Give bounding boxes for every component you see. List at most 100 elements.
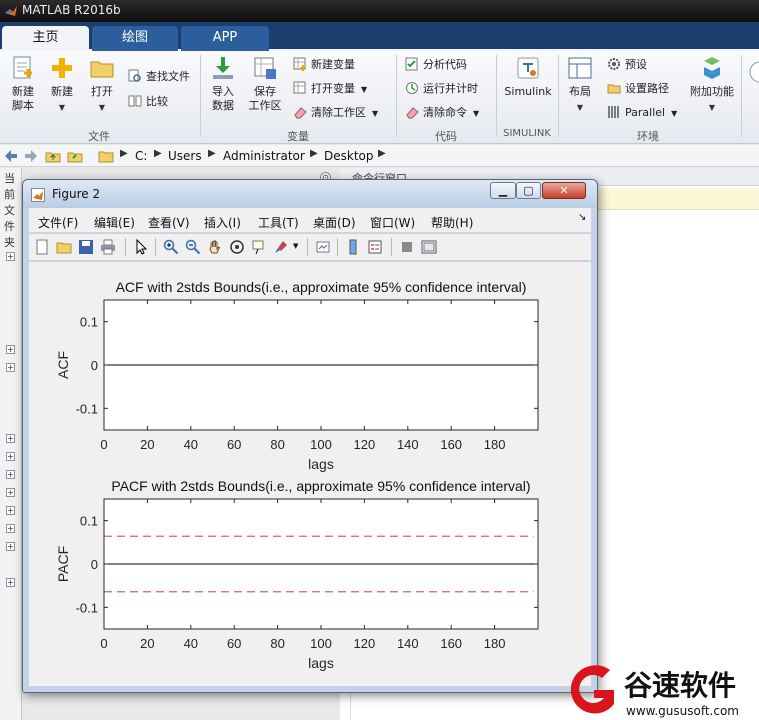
breadcrumb-item[interactable]: Desktop bbox=[324, 149, 374, 163]
y-tick-label: 0.1 bbox=[80, 514, 98, 529]
show-plot-tools-icon[interactable] bbox=[421, 239, 437, 255]
x-tick-label: 160 bbox=[440, 636, 462, 651]
current-folder-bar: ▶ C: ▶ Users ▶ Administrator ▶ Desktop ▶ bbox=[0, 145, 759, 167]
matlab-logo-icon bbox=[31, 188, 45, 202]
breadcrumb-item[interactable]: C: bbox=[135, 149, 147, 163]
chevron-down-icon: ▼ bbox=[576, 103, 584, 112]
save-workspace-icon bbox=[254, 57, 276, 79]
x-tick-label: 80 bbox=[270, 437, 284, 452]
breadcrumb-separator: ▶ bbox=[208, 148, 216, 159]
x-tick-label: 60 bbox=[227, 636, 241, 651]
find-files-button[interactable]: 查找文件 bbox=[128, 68, 190, 86]
tab-apps[interactable]: APP bbox=[181, 26, 269, 51]
new-button[interactable]: 新建 ▼ bbox=[46, 55, 78, 115]
chevron-down-icon[interactable]: ▼ bbox=[293, 242, 298, 250]
forward-arrow-icon[interactable] bbox=[23, 148, 39, 164]
clear-workspace-button[interactable]: 清除工作区 ▼ bbox=[293, 104, 378, 122]
tab-home[interactable]: 主页 bbox=[2, 26, 89, 51]
menu-dock-icon[interactable]: ↘ bbox=[578, 212, 586, 223]
layout-label: 布局 bbox=[569, 85, 591, 98]
expand-icon[interactable]: + bbox=[6, 470, 15, 479]
run-and-time-label: 运行并计时 bbox=[423, 82, 478, 95]
open-variable-label: 打开变量 bbox=[311, 82, 355, 95]
x-tick-label: 100 bbox=[310, 437, 332, 452]
back-arrow-icon[interactable] bbox=[3, 148, 19, 164]
menu-desktop[interactable]: 桌面(D) bbox=[313, 214, 356, 231]
menu-tools[interactable]: 工具(T) bbox=[258, 214, 299, 231]
open-file-icon[interactable] bbox=[56, 239, 72, 255]
up-folder-icon[interactable] bbox=[45, 148, 61, 164]
new-script-button[interactable]: 新建 脚本 bbox=[6, 55, 40, 113]
menu-window[interactable]: 窗口(W) bbox=[370, 214, 415, 231]
import-data-button[interactable]: 导入 数据 bbox=[206, 55, 240, 113]
breadcrumb-item[interactable]: Administrator bbox=[223, 149, 305, 163]
figure-title-bar[interactable]: Figure 2 ▁ ▢ ✕ bbox=[23, 180, 597, 208]
rotate-3d-icon[interactable] bbox=[229, 239, 245, 255]
data-cursor-icon[interactable] bbox=[251, 239, 267, 255]
figure-canvas[interactable]: ACF with 2stds Bounds(i.e., approximate … bbox=[29, 262, 591, 686]
expand-icon[interactable]: + bbox=[6, 252, 15, 261]
preferences-label: 预设 bbox=[625, 58, 647, 71]
figure-window[interactable]: Figure 2 ▁ ▢ ✕ 文件(F) 编辑(E) 查看(V) 插入(I) 工… bbox=[22, 179, 598, 693]
simulink-button[interactable]: Simulink bbox=[502, 55, 554, 99]
menu-edit[interactable]: 编辑(E) bbox=[94, 214, 135, 231]
preferences-button[interactable]: 预设 bbox=[607, 56, 647, 74]
brush-icon[interactable] bbox=[273, 239, 289, 255]
save-workspace-button[interactable]: 保存 工作区 bbox=[246, 55, 284, 113]
find-files-label: 查找文件 bbox=[146, 70, 190, 83]
hide-plot-tools-icon[interactable] bbox=[399, 239, 415, 255]
breadcrumb-item[interactable]: Users bbox=[168, 149, 202, 163]
matlab-logo-icon bbox=[5, 6, 17, 16]
breadcrumb-separator: ▶ bbox=[154, 148, 162, 159]
open-variable-button[interactable]: 打开变量 ▼ bbox=[293, 80, 367, 98]
expand-icon[interactable]: + bbox=[6, 542, 15, 551]
expand-icon[interactable]: + bbox=[6, 363, 15, 372]
menu-file[interactable]: 文件(F) bbox=[38, 214, 78, 231]
link-plot-icon[interactable] bbox=[315, 239, 331, 255]
expand-icon[interactable]: + bbox=[6, 524, 15, 533]
close-button[interactable]: ✕ bbox=[542, 182, 586, 199]
new-variable-button[interactable]: 新建变量 bbox=[293, 56, 355, 74]
y-tick-label: 0.1 bbox=[80, 315, 98, 330]
zoom-out-icon[interactable] bbox=[185, 239, 201, 255]
layout-button[interactable]: 布局 ▼ bbox=[564, 55, 596, 115]
pointer-icon[interactable] bbox=[133, 239, 149, 255]
expand-icon[interactable]: + bbox=[6, 434, 15, 443]
expand-icon[interactable]: + bbox=[6, 506, 15, 515]
print-icon[interactable] bbox=[100, 239, 116, 255]
run-and-time-button[interactable]: 运行并计时 bbox=[405, 80, 478, 98]
minimize-button[interactable]: ▁ bbox=[490, 182, 516, 199]
maximize-button[interactable]: ▢ bbox=[516, 182, 541, 199]
pan-hand-icon[interactable] bbox=[207, 239, 223, 255]
menu-view[interactable]: 查看(V) bbox=[148, 214, 190, 231]
menu-insert[interactable]: 插入(I) bbox=[204, 214, 241, 231]
new-figure-icon[interactable] bbox=[34, 239, 50, 255]
clear-commands-button[interactable]: 清除命令 ▼ bbox=[405, 104, 479, 122]
watermark-brand: 谷速软件 bbox=[624, 669, 736, 702]
minimize-icon: ▁ bbox=[498, 184, 508, 197]
zoom-in-icon[interactable] bbox=[163, 239, 179, 255]
file-group-label: 文件 bbox=[88, 130, 110, 143]
expand-icon[interactable]: + bbox=[6, 488, 15, 497]
menu-help[interactable]: 帮助(H) bbox=[431, 214, 473, 231]
parallel-label: Parallel bbox=[625, 106, 666, 119]
compare-button[interactable]: 比较 bbox=[128, 93, 168, 111]
expand-icon[interactable]: + bbox=[6, 452, 15, 461]
colorbar-icon[interactable] bbox=[345, 239, 361, 255]
tab-plots[interactable]: 绘图 bbox=[92, 26, 178, 51]
open-button[interactable]: 打开 ▼ bbox=[86, 55, 118, 115]
addons-button[interactable]: 附加功能 ▼ bbox=[688, 55, 736, 115]
import-icon bbox=[213, 57, 233, 79]
new-plus-icon bbox=[52, 58, 72, 78]
parallel-button[interactable]: Parallel ▼ bbox=[607, 104, 677, 122]
browse-folder-icon[interactable] bbox=[67, 148, 83, 164]
help-icon[interactable] bbox=[748, 59, 759, 85]
expand-icon[interactable]: + bbox=[6, 345, 15, 354]
legend-icon[interactable] bbox=[367, 239, 383, 255]
divider bbox=[155, 238, 156, 256]
save-icon[interactable] bbox=[78, 239, 94, 255]
set-path-button[interactable]: 设置路径 bbox=[607, 80, 669, 98]
analyze-code-button[interactable]: 分析代码 bbox=[405, 56, 467, 74]
expand-icon[interactable]: + bbox=[6, 578, 15, 587]
gear-icon bbox=[608, 58, 620, 70]
